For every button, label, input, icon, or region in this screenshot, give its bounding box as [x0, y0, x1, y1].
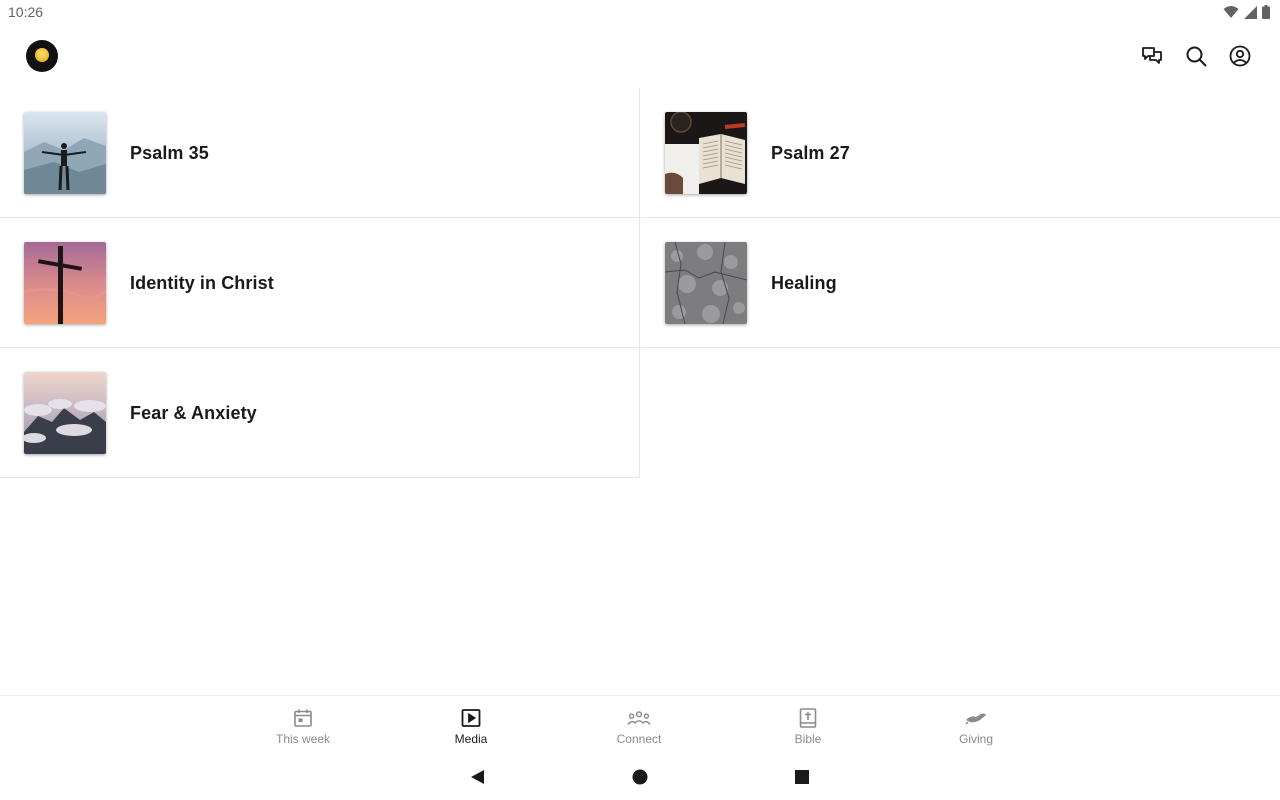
media-item-fear-anxiety[interactable]: Fear & Anxiety	[0, 348, 640, 478]
chat-icon	[1142, 47, 1162, 64]
back-button[interactable]	[467, 767, 487, 787]
recents-button[interactable]	[792, 767, 812, 787]
home-button[interactable]	[630, 767, 650, 787]
nav-label: Bible	[794, 732, 822, 746]
status-icons	[1223, 5, 1270, 19]
media-item-healing[interactable]: Healing	[641, 218, 1280, 348]
nav-connect[interactable]: Connect	[579, 696, 699, 756]
nav-label: Connect	[616, 732, 662, 746]
account-button[interactable]	[1228, 44, 1252, 68]
account-icon	[1229, 45, 1251, 67]
media-item-title: Fear & Anxiety	[130, 403, 257, 423]
search-icon	[1186, 46, 1207, 67]
media-item-title: Identity in Christ	[130, 273, 274, 293]
media-item-psalm-35[interactable]: Psalm 35	[0, 88, 640, 218]
app-bar	[0, 24, 1280, 88]
media-item-title: Healing	[771, 273, 837, 293]
nav-label: This week	[275, 732, 331, 746]
nav-bible[interactable]: Bible	[748, 696, 868, 756]
nav-this-week[interactable]: This week	[243, 696, 363, 756]
app-bar-actions	[1140, 44, 1252, 68]
nav-label: Media	[454, 732, 488, 746]
cross-sunset-image	[24, 242, 106, 324]
person-on-mountain-image	[24, 112, 106, 194]
giving-hand-icon	[964, 706, 988, 730]
clouds-mountain-image	[24, 372, 106, 454]
open-bible-coffee-image	[665, 112, 747, 194]
wifi-icon	[1223, 6, 1239, 18]
chat-button[interactable]	[1140, 44, 1164, 68]
play-icon	[459, 706, 483, 730]
group-icon	[627, 706, 651, 730]
status-time: 10:26	[8, 4, 44, 20]
nav-media[interactable]: Media	[411, 696, 531, 756]
nav-giving[interactable]: Giving	[916, 696, 1036, 756]
media-item-title: Psalm 27	[771, 143, 850, 163]
status-bar: 10:26	[0, 0, 1280, 24]
nav-label: Giving	[958, 732, 993, 746]
media-item-identity-in-christ[interactable]: Identity in Christ	[0, 218, 640, 348]
back-icon	[471, 770, 484, 784]
home-icon	[632, 769, 648, 785]
recents-icon	[795, 770, 809, 784]
grey-texture-image	[665, 242, 747, 324]
battery-icon	[1262, 5, 1270, 19]
bible-icon	[796, 706, 820, 730]
signal-icon	[1244, 5, 1257, 19]
search-button[interactable]	[1184, 44, 1208, 68]
media-item-psalm-27[interactable]: Psalm 27	[641, 88, 1280, 218]
bottom-navigation: This week Media Connect Bible Giving	[0, 695, 1280, 755]
calendar-icon	[291, 706, 315, 730]
media-item-title: Psalm 35	[130, 143, 209, 163]
church-logo[interactable]	[26, 40, 58, 72]
system-navigation-bar	[0, 755, 1280, 800]
